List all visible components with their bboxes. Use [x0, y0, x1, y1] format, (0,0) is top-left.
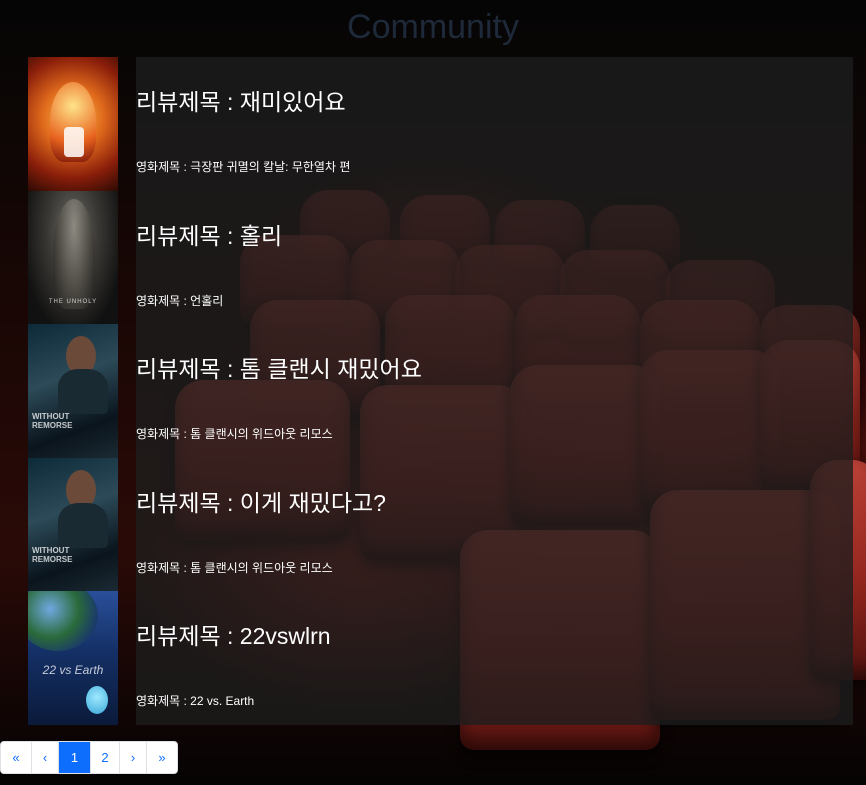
review-item[interactable]: THE UNHOLY 리뷰제목 : 홀리 영화제목 : 언홀리: [28, 190, 853, 324]
movie-poster[interactable]: WITHOUT REMORSE: [28, 324, 118, 458]
movie-poster[interactable]: [28, 57, 118, 191]
review-item[interactable]: 리뷰제목 : 재미있어요 영화제목 : 극장판 귀멸의 칼날: 무한열차 편: [28, 57, 853, 191]
movie-title: 영화제목 : 톰 클랜시의 위드아웃 리모스: [136, 427, 333, 441]
page: Community 리뷰제목 : 재미있어요 영화제목 : 극장판 귀멸의 칼날…: [0, 0, 866, 785]
page-2-button[interactable]: 2: [91, 742, 120, 773]
prev-page-button[interactable]: ‹: [32, 742, 59, 773]
review-title[interactable]: 리뷰제목 : 홀리: [136, 217, 282, 251]
page-title: Community: [347, 8, 519, 46]
movie-poster[interactable]: 22 vs Earth: [28, 591, 118, 725]
movie-title: 영화제목 : 22 vs. Earth: [136, 694, 255, 708]
review-title[interactable]: 리뷰제목 : 이게 재밌다고?: [136, 484, 386, 518]
review-item[interactable]: WITHOUT REMORSE 리뷰제목 : 톰 클랜시 재밌어요 영화제목 :…: [28, 324, 853, 458]
review-item[interactable]: 22 vs Earth 리뷰제목 : 22vswlrn 영화제목 : 22 vs…: [28, 591, 853, 725]
review-list: 리뷰제목 : 재미있어요 영화제목 : 극장판 귀멸의 칼날: 무한열차 편 T…: [28, 57, 853, 725]
movie-title: 영화제목 : 톰 클랜시의 위드아웃 리모스: [136, 560, 333, 575]
movie-poster[interactable]: THE UNHOLY: [28, 190, 118, 324]
review-card[interactable]: 리뷰제목 : 홀리 영화제목 : 언홀리: [136, 190, 853, 324]
movie-poster[interactable]: WITHOUT REMORSE: [28, 457, 118, 591]
last-page-button[interactable]: »: [147, 742, 177, 773]
movie-title: 영화제목 : 언홀리: [136, 293, 224, 308]
poster-caption: 22 vs Earth: [42, 663, 104, 677]
next-page-button[interactable]: ›: [120, 742, 147, 773]
review-card[interactable]: 리뷰제목 : 재미있어요 영화제목 : 극장판 귀멸의 칼날: 무한열차 편: [136, 57, 853, 191]
pagination: « ‹ 1 2 › »: [0, 741, 178, 774]
review-title[interactable]: 리뷰제목 : 톰 클랜시 재밌어요: [136, 350, 422, 384]
review-title[interactable]: 리뷰제목 : 22vswlrn: [136, 617, 331, 651]
poster-caption: THE UNHOLY: [48, 298, 98, 305]
review-card[interactable]: 리뷰제목 : 이게 재밌다고? 영화제목 : 톰 클랜시의 위드아웃 리모스: [136, 457, 853, 591]
review-title[interactable]: 리뷰제목 : 재미있어요: [136, 83, 346, 117]
page-1-button[interactable]: 1: [59, 742, 91, 773]
first-page-button[interactable]: «: [1, 742, 32, 773]
poster-caption: WITHOUT REMORSE: [32, 545, 73, 564]
review-card[interactable]: 리뷰제목 : 22vswlrn 영화제목 : 22 vs. Earth: [136, 591, 853, 725]
review-card[interactable]: 리뷰제목 : 톰 클랜시 재밌어요 영화제목 : 톰 클랜시의 위드아웃 리모스: [136, 324, 853, 458]
poster-caption: WITHOUT REMORSE: [32, 412, 73, 430]
review-item[interactable]: WITHOUT REMORSE 리뷰제목 : 이게 재밌다고? 영화제목 : 톰…: [28, 457, 853, 591]
movie-title: 영화제목 : 극장판 귀멸의 칼날: 무한열차 편: [136, 160, 351, 174]
